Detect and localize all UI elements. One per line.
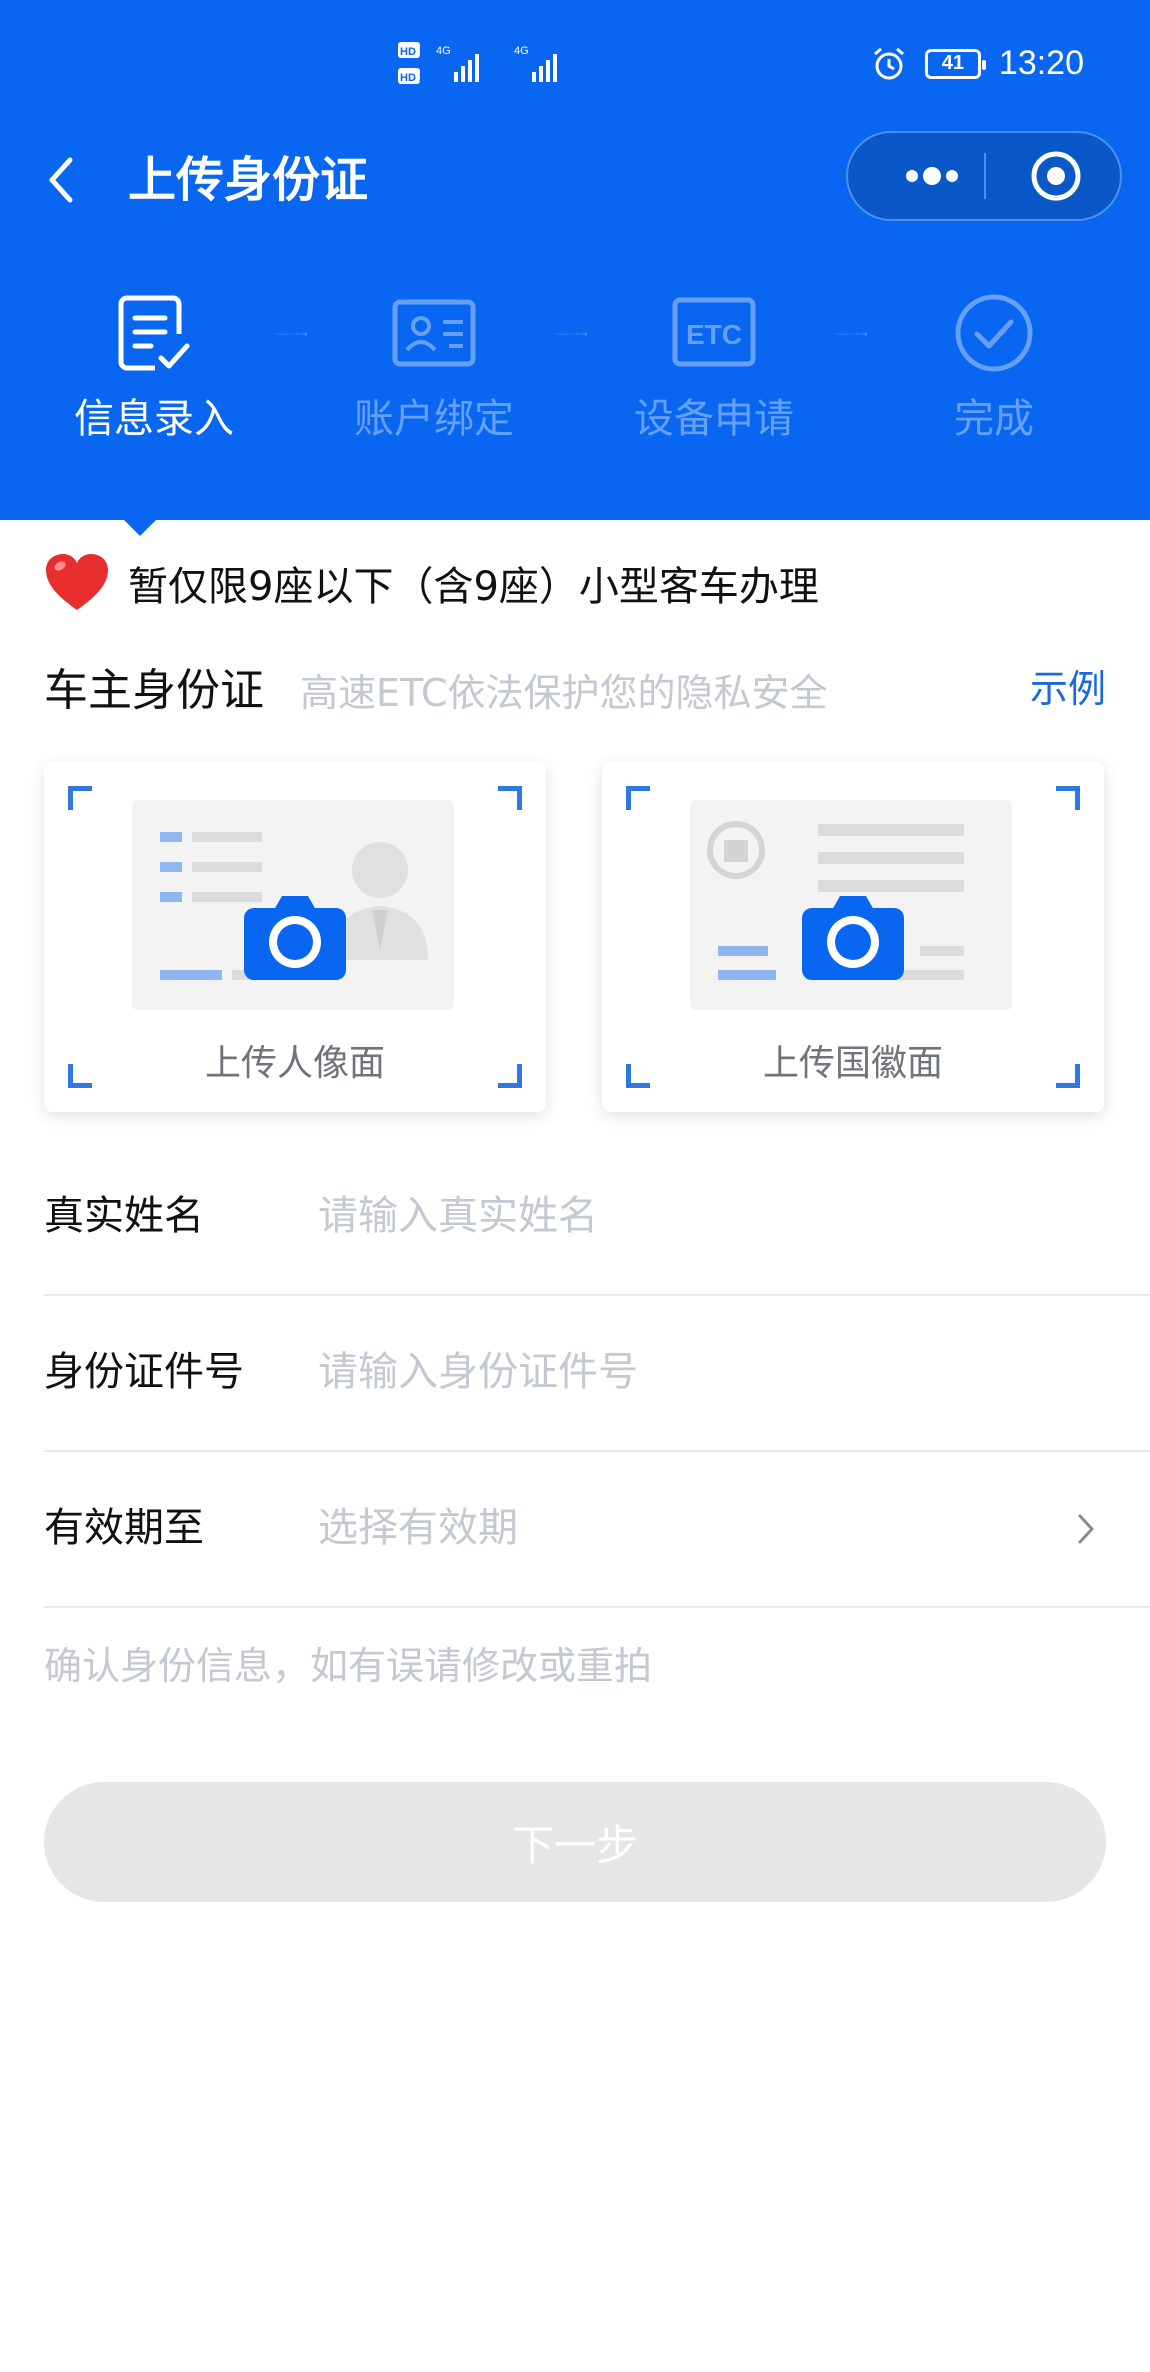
- upload-label: 上传国徽面: [762, 1043, 943, 1084]
- step-label: 信息录入: [74, 396, 234, 442]
- expiry-picker[interactable]: 选择有效期: [318, 1498, 518, 1558]
- id-card-icon: [392, 299, 476, 367]
- more-icon[interactable]: [876, 133, 986, 219]
- net1-label: 4G: [436, 45, 451, 57]
- step-label: 设备申请: [634, 396, 794, 442]
- net2-label: 4G: [514, 45, 529, 57]
- next-step-button[interactable]: 下一步: [44, 1782, 1106, 1902]
- notice-text: 暂仅限9座以下（含9座）小型客车办理: [128, 564, 819, 610]
- frame-corner: [1056, 786, 1080, 810]
- heart-icon: [46, 554, 108, 610]
- hd2-label: HD 2: [400, 72, 425, 84]
- capsule-divider: [984, 153, 986, 199]
- signal-icon: HD 1 HD 2 4G 4G: [398, 42, 557, 84]
- form-edit-icon: [118, 295, 190, 371]
- miniprogram-capsule: [846, 131, 1122, 221]
- frame-corner: [68, 786, 92, 810]
- chevron-right-icon: [1078, 1514, 1094, 1544]
- battery-level: 41: [941, 52, 965, 74]
- camera-icon: [802, 896, 904, 980]
- field-label: 有效期至: [44, 1505, 204, 1551]
- etc-text: ETC: [686, 319, 742, 350]
- status-right: 41 13:20: [871, 44, 1084, 83]
- hd1-label: HD 1: [400, 46, 425, 58]
- name-input[interactable]: 请输入真实姓名: [318, 1186, 598, 1246]
- alarm-icon: [873, 47, 904, 79]
- status-bar: HD 1 HD 2 4G 4G 41 13:20: [0, 0, 1150, 130]
- step-complete: 完成: [894, 290, 1094, 444]
- field-label: 真实姓名: [44, 1193, 204, 1239]
- frame-corner: [498, 786, 522, 810]
- back-icon[interactable]: [40, 150, 84, 210]
- example-link[interactable]: 示例: [1030, 656, 1106, 722]
- step-connector: [277, 332, 308, 336]
- step-connector: [557, 332, 588, 336]
- navbar: 上传身份证: [0, 120, 1150, 240]
- step-label: 完成: [954, 396, 1034, 442]
- camera-icon: [244, 896, 346, 980]
- section-title: 车主身份证: [44, 665, 264, 716]
- upload-label: 上传人像面: [204, 1043, 385, 1084]
- step-label: 账户绑定: [354, 396, 514, 442]
- confirm-hint: 确认身份信息，如有误请修改或重拍: [44, 1644, 653, 1688]
- section-subtitle: 高速ETC依法保护您的隐私安全: [300, 671, 828, 715]
- notice-banner: 暂仅限9座以下（含9座）小型客车办理: [44, 548, 819, 618]
- form-row-id-number: 身份证件号 请输入身份证件号: [44, 1296, 1150, 1452]
- page-title: 上传身份证: [128, 152, 369, 208]
- step-device-apply: ETC 设备申请: [614, 290, 814, 444]
- active-step-pointer: [122, 518, 158, 536]
- upload-emblem-card[interactable]: 上传国徽面: [602, 762, 1104, 1112]
- battery-icon: 41: [924, 48, 986, 79]
- form-row-expiry[interactable]: 有效期至 选择有效期: [44, 1452, 1150, 1608]
- clock: 13:20: [998, 44, 1084, 82]
- upload-portrait-card[interactable]: 上传人像面: [44, 762, 546, 1112]
- id-number-input[interactable]: 请输入身份证件号: [318, 1342, 638, 1402]
- etc-icon: ETC: [672, 297, 756, 367]
- check-circle-icon: [955, 294, 1033, 372]
- field-label: 身份证件号: [44, 1349, 244, 1395]
- step-info-entry: 信息录入: [54, 290, 254, 444]
- step-connector: [837, 332, 868, 336]
- close-miniprogram-icon[interactable]: [1016, 143, 1096, 209]
- step-account-binding: 账户绑定: [334, 290, 534, 444]
- form-row-name: 真实姓名 请输入真实姓名: [44, 1140, 1150, 1296]
- frame-corner: [626, 786, 650, 810]
- progress-steps: 信息录入 账户绑定 ETC 设备申请 完成: [0, 290, 1150, 490]
- header: HD 1 HD 2 4G 4G 41 13:20 上传身份证 信息录入 账户绑定…: [0, 0, 1150, 520]
